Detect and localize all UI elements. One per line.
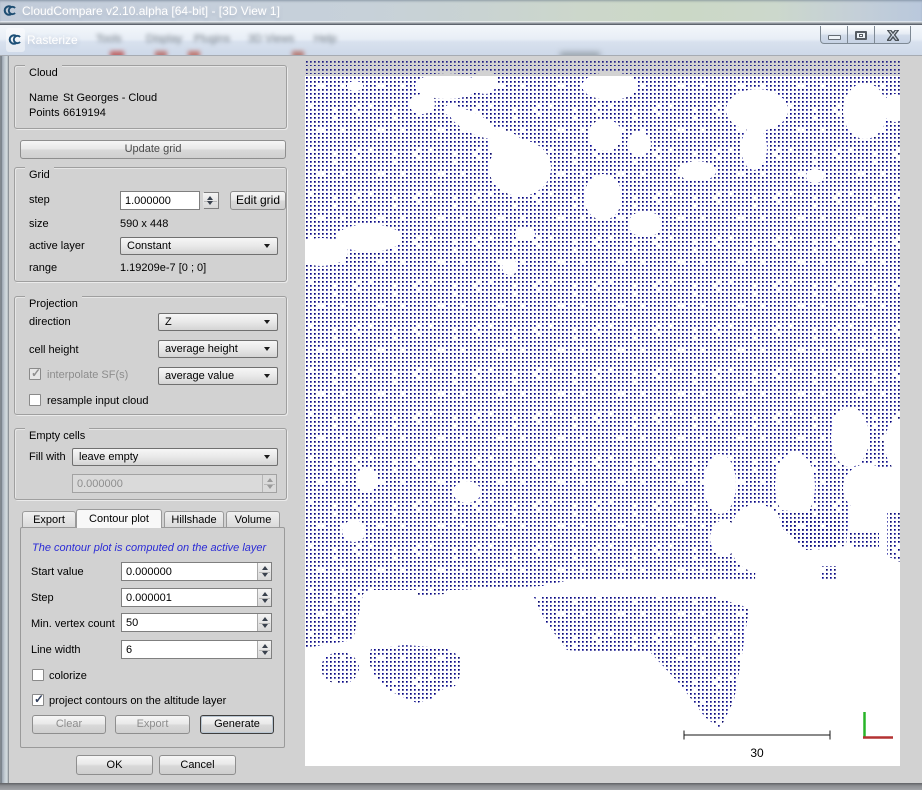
svg-text:30: 30 [750, 746, 764, 760]
